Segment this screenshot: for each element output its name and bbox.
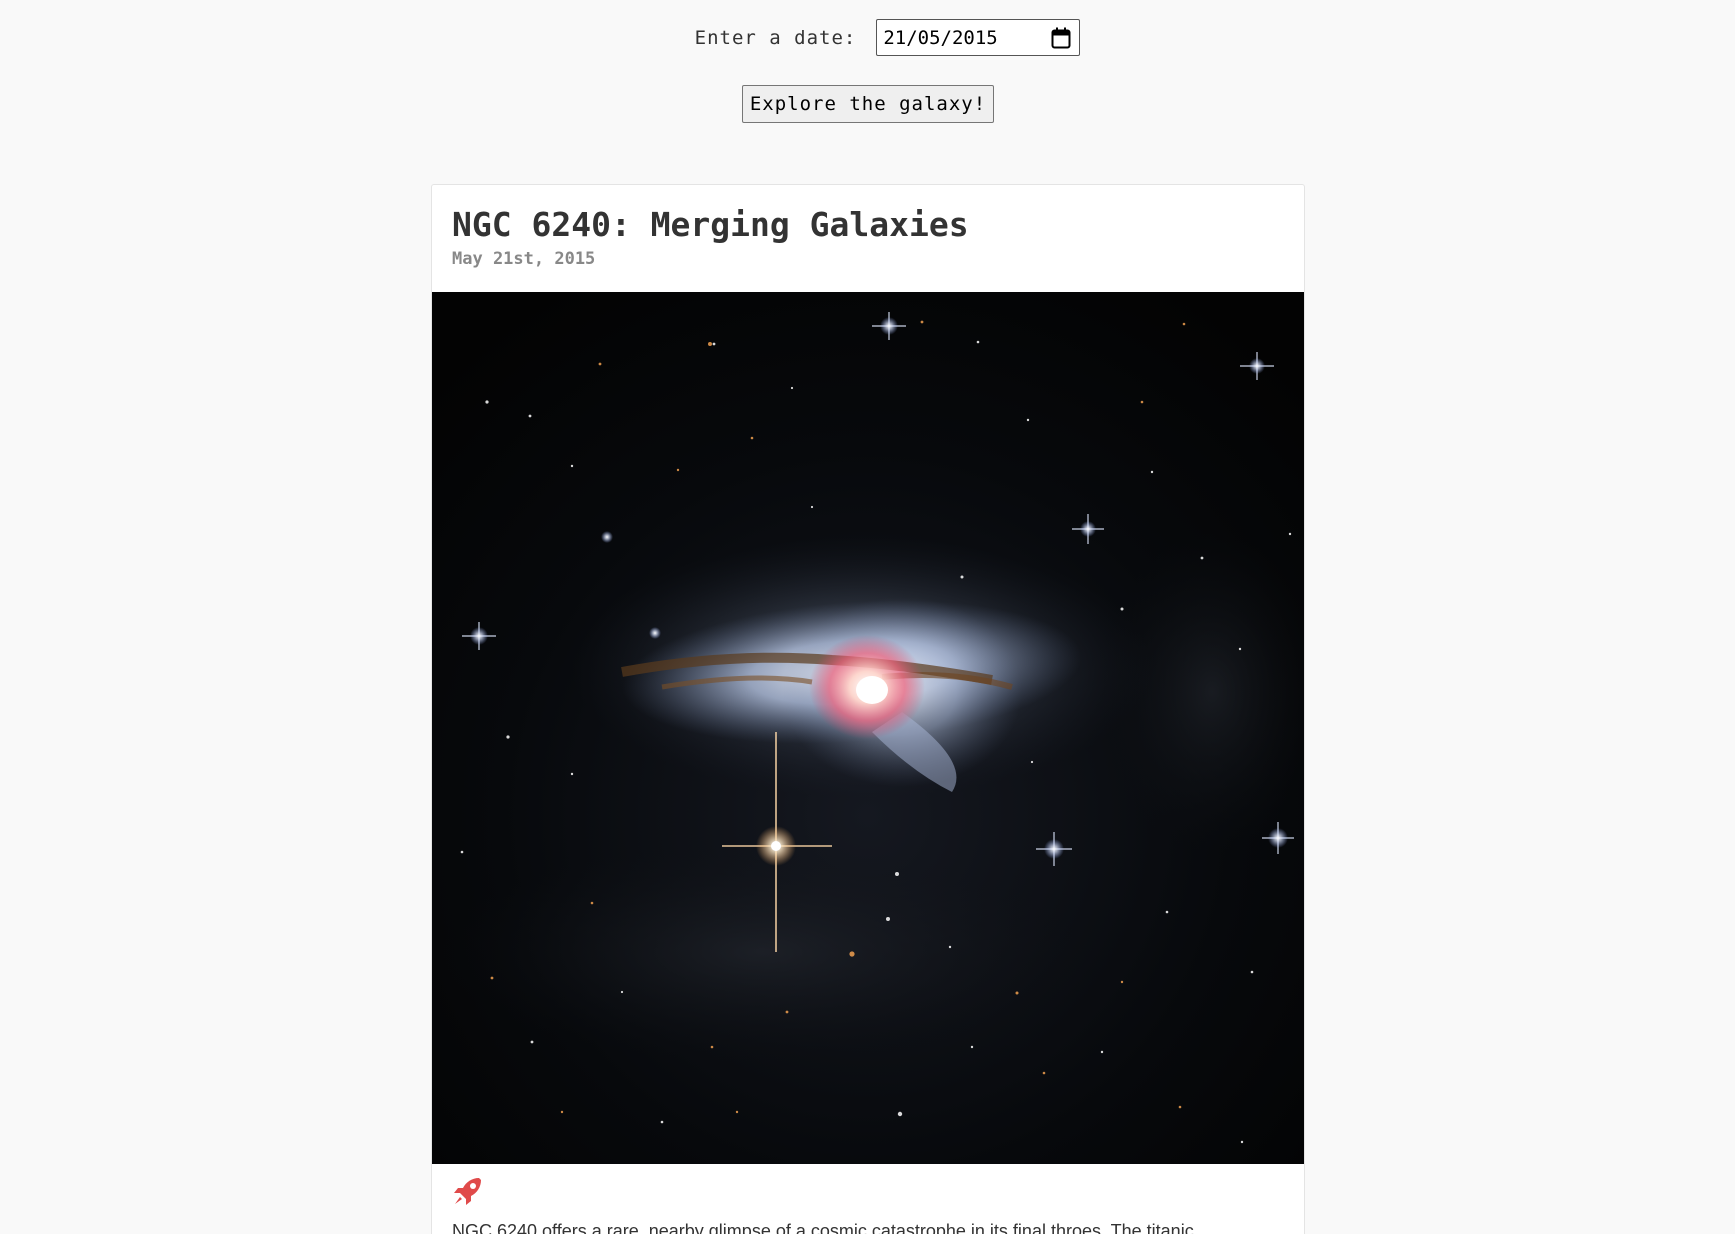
- date-form: Enter a date: 21/05/2015: [0, 19, 1735, 56]
- apod-image: [432, 292, 1304, 1164]
- apod-card: NGC 6240: Merging Galaxies May 21st, 201…: [431, 184, 1305, 1234]
- calendar-icon[interactable]: [1051, 27, 1071, 49]
- apod-explanation: NGC 6240 offers a rare, nearby glimpse o…: [452, 1221, 1194, 1234]
- galaxy-image: [432, 292, 1304, 1164]
- apod-title: NGC 6240: Merging Galaxies: [452, 205, 969, 244]
- date-label: Enter a date:: [694, 26, 857, 49]
- apod-date: May 21st, 2015: [452, 249, 596, 269]
- date-input-value: 21/05/2015: [883, 26, 998, 49]
- explore-button[interactable]: Explore the galaxy!: [742, 85, 994, 123]
- rocket-icon: [454, 1178, 481, 1205]
- date-input[interactable]: 21/05/2015: [876, 19, 1081, 56]
